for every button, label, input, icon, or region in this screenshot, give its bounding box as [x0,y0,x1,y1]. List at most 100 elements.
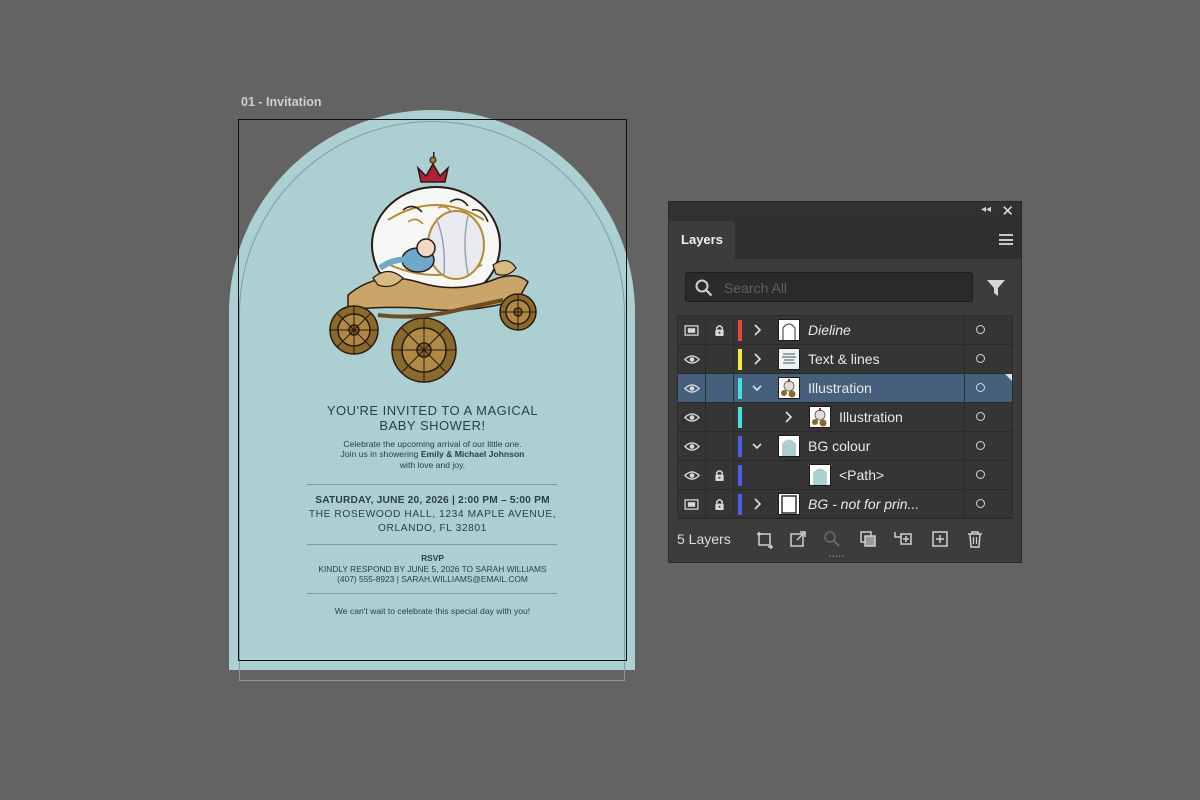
parent-names: Emily & Michael Johnson [420,449,525,459]
target-cell[interactable] [964,345,1012,373]
invitation-closing-line: We can't wait to celebrate this special … [334,606,531,616]
lock-toggle[interactable] [706,403,734,431]
divider-line [307,544,557,545]
rsvp-heading: RSVP [421,553,444,563]
locate-object-icon[interactable] [822,529,842,549]
close-icon[interactable]: ✕ [1001,202,1014,220]
make-clipping-mask-icon[interactable] [858,529,878,549]
visibility-eye-icon[interactable] [678,345,706,373]
target-cell[interactable] [964,374,1012,402]
join-prefix: Join us in showering [340,449,421,459]
chevron-down-icon[interactable] [750,438,764,454]
panel-title-bar[interactable]: ◂◂ ✕ [669,202,1021,222]
invitation-join-line: Join us in showering Emily & Michael Joh… [240,449,625,459]
target-cell[interactable] [964,461,1012,489]
artboard-label[interactable]: 01 - Invitation [241,95,322,109]
panel-resize-handle[interactable]: ▪▪▪▪▪ [829,554,857,560]
tab-layers[interactable]: Layers [669,221,735,259]
target-circle-icon[interactable] [976,499,985,508]
filter-icon[interactable] [986,278,1006,298]
create-new-layer-icon[interactable] [930,529,950,549]
rsvp-contact-line: (407) 555-8923 | SARAH.WILLIAMS@EMAIL.CO… [337,574,528,584]
panel-menu-icon[interactable] [999,234,1013,245]
layer-row[interactable]: Text & lines [678,345,1012,374]
carriage-illustration [329,152,537,383]
layer-color-swatch [738,465,742,486]
layer-thumbnail[interactable] [778,348,800,370]
layer-row[interactable]: BG colour [678,432,1012,461]
layer-list: Dieline Text & lines Illustration Illustrat… [677,315,1013,519]
layer-thumbnail[interactable] [778,377,800,399]
lock-toggle[interactable] [706,432,734,460]
layer-thumbnail[interactable] [778,493,800,515]
layer-color-swatch [738,407,742,428]
layer-name[interactable]: BG - not for prin... [808,496,919,512]
target-circle-icon[interactable] [976,383,985,392]
layer-color-swatch [738,378,742,399]
target-circle-icon[interactable] [976,325,985,334]
target-cell[interactable] [964,490,1012,518]
layer-name[interactable]: Text & lines [808,351,880,367]
chevron-right-icon[interactable] [781,409,795,425]
search-box[interactable] [685,272,973,302]
export-icon[interactable] [788,529,808,549]
collect-for-export-icon[interactable] [755,529,775,549]
chevron-right-icon[interactable] [750,496,764,512]
target-circle-icon[interactable] [976,412,985,421]
visibility-eye-icon[interactable] [678,461,706,489]
layer-thumbnail[interactable] [809,464,831,486]
template-visibility-icon[interactable] [678,316,706,344]
visibility-eye-icon[interactable] [678,432,706,460]
visibility-eye-icon[interactable] [678,403,706,431]
layer-thumbnail[interactable] [778,435,800,457]
lock-icon[interactable] [706,490,734,518]
panel-tab-bar: Layers [669,221,1021,259]
create-sublayer-icon[interactable] [893,529,913,549]
layer-row[interactable]: BG - not for prin... [678,490,1012,519]
divider-line [307,593,557,594]
layer-thumbnail[interactable] [778,319,800,341]
lock-toggle[interactable] [706,374,734,402]
rsvp-respond-line: KINDLY RESPOND BY JUNE 5, 2026 TO SARAH … [318,564,547,574]
invitation-date: SATURDAY, JUNE 20, 2026 | 2:00 PM – 5:00… [315,495,550,506]
template-visibility-icon[interactable] [678,490,706,518]
invitation-city: ORLANDO, FL 32801 [378,523,487,534]
chevron-right-icon[interactable] [750,322,764,338]
chevron-down-icon[interactable] [750,380,764,396]
layers-panel: ◂◂ ✕ Layers Dieline Text & lines Illustrat… [668,201,1022,563]
target-cell[interactable] [964,432,1012,460]
lock-toggle[interactable] [706,345,734,373]
layer-name[interactable]: BG colour [808,438,870,454]
layer-name[interactable]: <Path> [839,467,884,483]
layer-count: 5 Layers [677,531,731,547]
divider-line [307,484,557,485]
layer-row[interactable]: Illustration [678,374,1012,403]
layer-row[interactable]: <Path> [678,461,1012,490]
search-icon [695,279,713,297]
invitation-love-line: with love and joy. [399,460,466,470]
layer-name[interactable]: Illustration [808,380,872,396]
invitation-venue: THE ROSEWOOD HALL, 1234 MAPLE AVENUE, [308,509,557,520]
layer-row[interactable]: Dieline [678,316,1012,345]
chevron-right-icon[interactable] [750,351,764,367]
layer-color-swatch [738,436,742,457]
layer-color-swatch [738,349,742,370]
layer-row[interactable]: Illustration [678,403,1012,432]
layer-name[interactable]: Dieline [808,322,851,338]
lock-icon[interactable] [706,316,734,344]
selection-indicator [1005,374,1012,381]
invitation-title-line1: YOU'RE INVITED TO A MAGICAL [326,403,539,418]
target-circle-icon[interactable] [976,441,985,450]
target-cell[interactable] [964,316,1012,344]
collapse-panels-icon[interactable]: ◂◂ [981,204,991,215]
layer-thumbnail[interactable] [809,406,831,428]
target-circle-icon[interactable] [976,470,985,479]
search-input[interactable] [722,275,966,301]
lock-icon[interactable] [706,461,734,489]
delete-layer-icon[interactable] [965,529,985,549]
target-circle-icon[interactable] [976,354,985,363]
visibility-eye-icon[interactable] [678,374,706,402]
target-cell[interactable] [964,403,1012,431]
invitation-celebrate-line: Celebrate the upcoming arrival of our li… [343,439,522,449]
layer-name[interactable]: Illustration [839,409,903,425]
